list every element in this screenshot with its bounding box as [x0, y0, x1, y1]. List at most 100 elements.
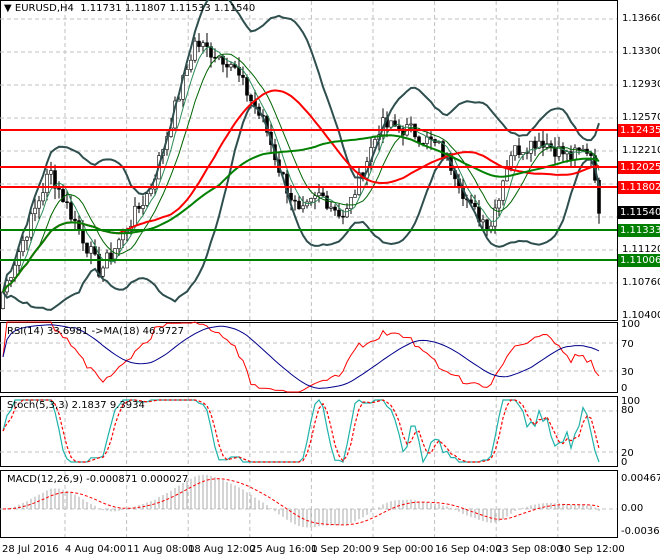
candle-body [29, 213, 33, 238]
candle-body [21, 240, 25, 252]
candle-body [9, 277, 13, 281]
stoch-axis-80: 80 [621, 405, 634, 416]
candle-body [577, 147, 581, 151]
candle-body [69, 202, 73, 220]
candle-body [185, 69, 189, 76]
current-price-tag: 1.11540 [618, 206, 660, 219]
candle-body [341, 215, 345, 218]
candle-body [329, 206, 333, 209]
ma-10 [2, 53, 600, 293]
price-axis-label: 1.12570 [622, 112, 660, 123]
candle-body [389, 120, 393, 128]
price-axis-label: 1.10760 [622, 277, 660, 288]
candle-body [57, 187, 61, 190]
candle-body [81, 229, 85, 244]
rsi-axis-100: 100 [621, 319, 641, 330]
candle-body [321, 192, 325, 197]
price-axis-label: 1.12210 [622, 145, 660, 156]
candle-body [297, 200, 301, 210]
price-axis-label: 1.13300 [622, 46, 660, 57]
level-price-tag: 1.12025 [618, 161, 660, 174]
time-axis-label: 1 Sep 20:00 [311, 544, 372, 555]
candle-body [497, 200, 501, 209]
panel-frame [0, 0, 618, 321]
bollinger-lower [2, 103, 600, 311]
time-axis-label: 11 Aug 08:00 [127, 544, 195, 555]
candle-body [241, 74, 245, 78]
time-axis-label: 16 Sep 04:00 [435, 544, 502, 555]
candle-body [89, 246, 93, 254]
candle-body [353, 194, 357, 198]
macd-axis-zero: 0.00 [621, 503, 644, 514]
candle-body [245, 77, 249, 96]
candle-body [61, 189, 65, 203]
stoch-label: Stoch(5,3,3) 2.1837 9.3934 [7, 400, 145, 411]
chart-window[interactable]: ▼ EURUSD,H4 1.11731 1.11807 1.11533 1.11… [0, 0, 660, 560]
candle-body [473, 202, 477, 208]
macd-axis-max: 0.004673 [621, 473, 660, 484]
candle-body [309, 198, 313, 203]
level-price-tag: 1.11802 [618, 181, 660, 194]
candle-body [49, 170, 53, 175]
candle-body [337, 209, 341, 217]
candle-body [25, 236, 29, 241]
candle-body [137, 205, 141, 209]
stoch-axis-0: 0 [621, 457, 628, 468]
high-price: 1.11807 [124, 3, 167, 14]
candle-body [481, 219, 485, 223]
close-price: 1.11540 [213, 3, 256, 14]
candle-body [117, 239, 121, 249]
candle-body [33, 207, 37, 214]
candle-body [17, 251, 21, 266]
candle-body [133, 205, 137, 227]
candle-body [517, 145, 521, 156]
candle-body [409, 123, 413, 126]
ma-red [2, 89, 600, 293]
candle-body [293, 199, 297, 202]
time-axis-label: 30 Sep 12:00 [558, 544, 625, 555]
low-price: 1.11533 [169, 3, 211, 14]
candle-body [65, 201, 69, 204]
candle-body [533, 140, 537, 149]
time-axis-label: 4 Aug 04:00 [65, 544, 127, 555]
candle-body [37, 200, 41, 209]
level-price-tag: 1.12435 [618, 124, 660, 137]
time-axis-label: 9 Sep 00:00 [373, 544, 434, 555]
candle-body [201, 42, 205, 47]
candle-body [141, 205, 145, 209]
chart-header: ▼ EURUSD,H4 1.11731 1.11807 1.11533 1.11… [4, 3, 255, 14]
candle-body [101, 267, 105, 277]
candle-body [301, 205, 305, 210]
dropdown-triangle-icon[interactable]: ▼ [4, 3, 12, 14]
candle-body [197, 40, 201, 47]
open-price: 1.11731 [80, 3, 122, 14]
candle-body [189, 59, 193, 70]
candle-body [145, 193, 149, 206]
time-axis-label: 18 Aug 12:00 [188, 544, 256, 555]
price-axis-label: 1.12930 [622, 79, 660, 90]
candle-body [73, 218, 77, 221]
candle-body [505, 167, 509, 182]
candle-body [193, 40, 197, 61]
candle-body [349, 197, 353, 209]
candle-body [513, 145, 517, 157]
rsi-axis-0: 0 [621, 383, 628, 394]
candle-body [317, 192, 321, 197]
time-axis-label: 23 Sep 08:00 [496, 544, 563, 555]
candle-body [345, 208, 349, 218]
candle-body [501, 180, 505, 201]
time-axis-label: 28 Jul 2016 [2, 544, 59, 555]
macd-label: MACD(12,26,9) -0.000871 0.000027 [7, 474, 189, 485]
candle-body [529, 140, 533, 154]
price-axis-label: 1.13660 [622, 13, 660, 24]
rsi-axis-70: 70 [621, 339, 634, 350]
candle-body [205, 42, 209, 47]
candle-body [109, 252, 113, 260]
rsi-axis-30: 30 [621, 367, 634, 378]
macd-axis-min: -0.003696 [621, 526, 660, 537]
rsi-label: RSI(14) 33.6981 ->MA(18) 46.9727 [7, 326, 184, 337]
candle-body [41, 192, 45, 202]
candle-body [45, 173, 49, 193]
candle-body [581, 148, 585, 151]
macd-signal-line [2, 478, 600, 526]
